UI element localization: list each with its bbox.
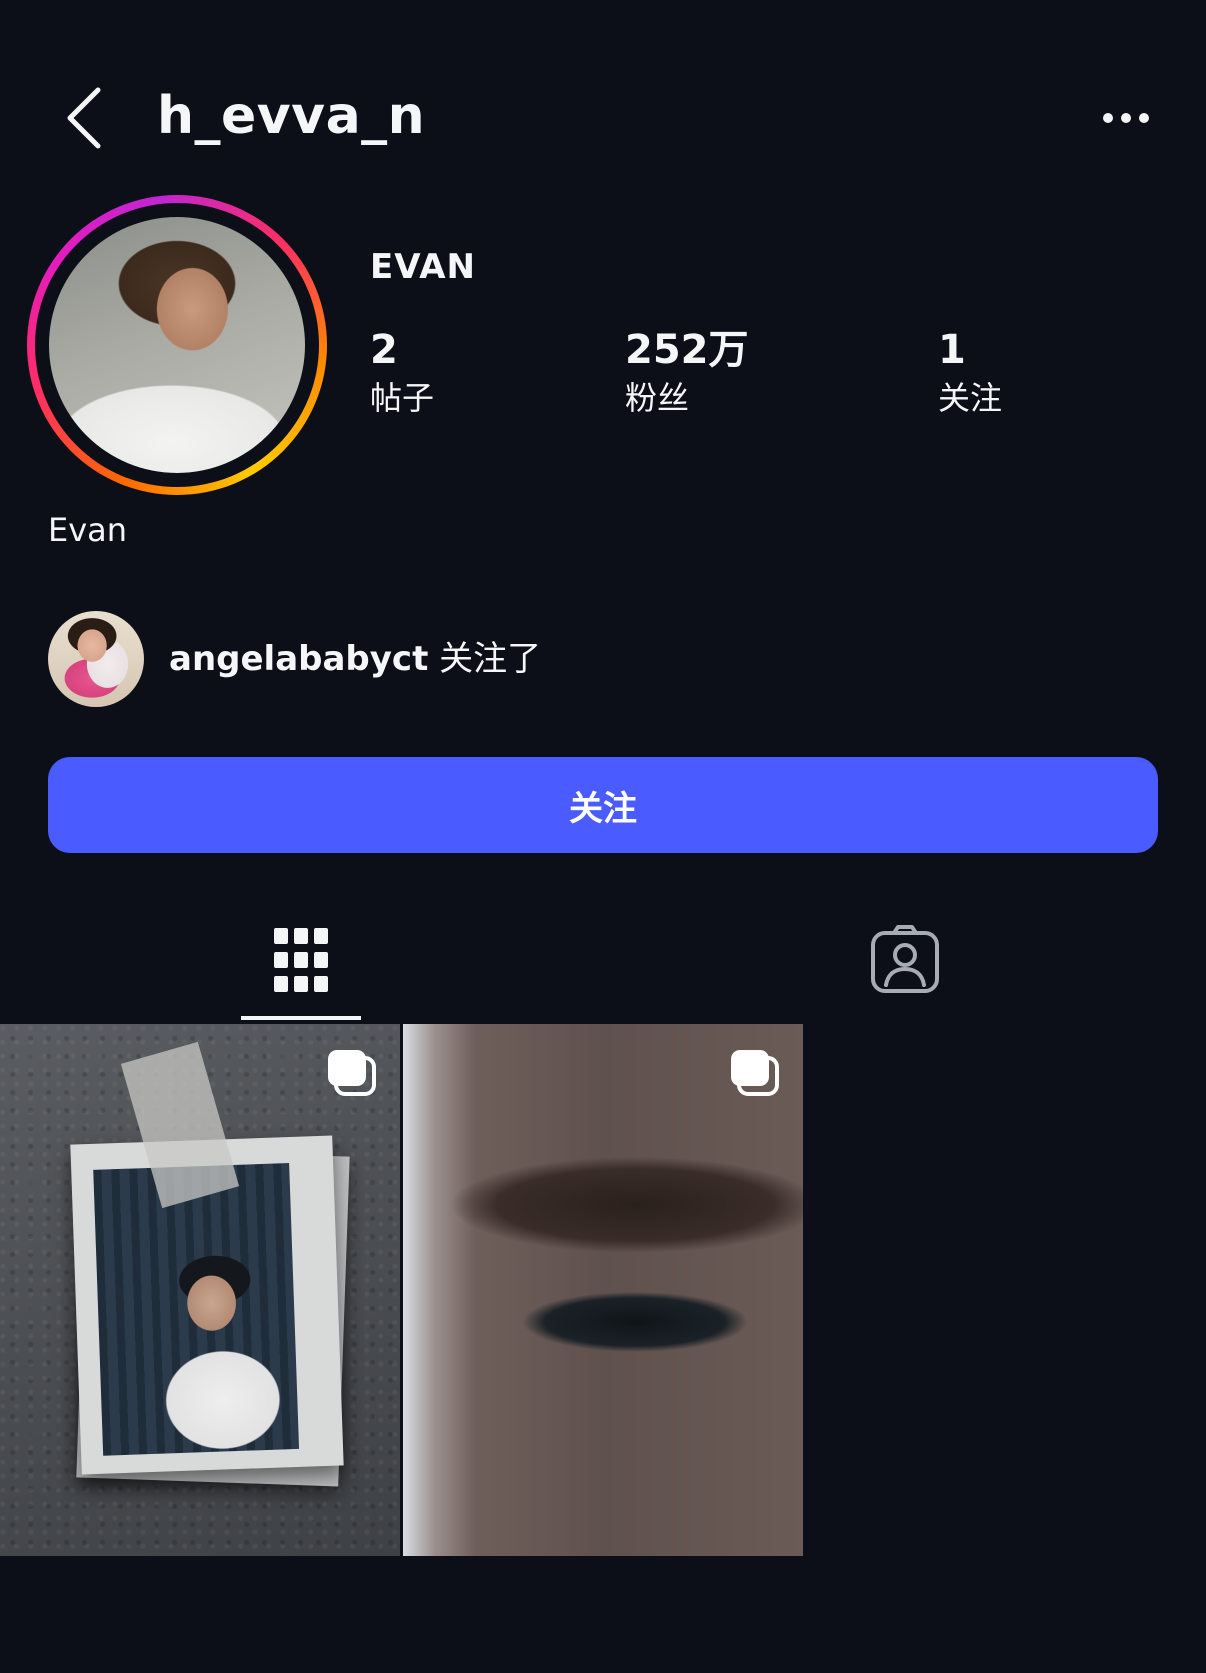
display-name: EVAN [370,247,476,287]
profile-username: h_evva_n [157,86,426,146]
polaroid-photo [93,1163,300,1456]
followed-by-suffix: 关注了 [428,639,542,679]
stat-followers[interactable]: 252万 粉丝 [625,326,749,420]
chevron-left-icon [67,87,101,149]
tab-posts-grid[interactable] [241,900,361,1020]
more-options-button[interactable] [1094,94,1158,142]
grid-icon [274,928,328,992]
stat-followers-label: 粉丝 [625,379,690,417]
followed-by-avatar [48,611,144,707]
tab-tagged[interactable] [845,900,965,1020]
multiple-photos-icon [731,1050,779,1096]
followed-by-row[interactable]: angelababyct 关注了 [48,611,541,707]
stat-posts[interactable]: 2 帖子 [370,326,434,420]
followed-by-text: angelababyct 关注了 [169,637,541,681]
profile-avatar [49,217,305,473]
story-ring[interactable] [27,195,327,495]
follow-button[interactable]: 关注 [48,757,1158,853]
stat-following-count: 1 [938,327,966,373]
post-thumbnail[interactable] [0,1024,400,1556]
stat-posts-label: 帖子 [370,379,435,417]
bio-name: Evan [48,511,128,549]
stat-following[interactable]: 1 关注 [938,326,1002,420]
avatar-gap [35,203,319,487]
post-thumbnail[interactable] [403,1024,803,1556]
profile-header: h_evva_n [0,70,1206,166]
more-horizontal-icon [1103,113,1149,123]
multiple-photos-icon [328,1050,376,1096]
stat-posts-count: 2 [370,327,398,373]
followed-by-username: angelababyct [169,639,429,679]
stat-following-label: 关注 [938,379,1003,417]
back-button[interactable] [52,80,116,156]
tagged-person-icon [871,925,939,993]
active-tab-indicator [241,1016,361,1020]
stat-followers-count: 252万 [625,327,749,373]
